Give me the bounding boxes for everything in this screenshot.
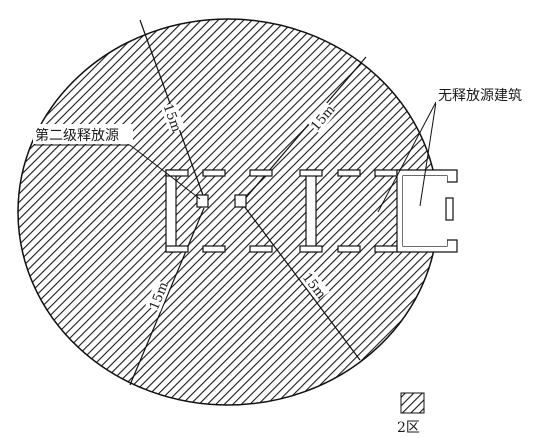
left-bottom-arm [165, 245, 189, 253]
building-door [445, 197, 454, 221]
diagram-stage: 15m 15m 15m 15m 第二级释放源 无释放源建筑 2区 [0, 0, 536, 438]
legend: 2区 [397, 392, 425, 436]
middle-top-arm [299, 169, 323, 177]
top-dash-2 [249, 169, 273, 177]
bottom-dash-3 [337, 245, 361, 253]
right-top-dash [374, 169, 398, 177]
middle-bottom-arm [299, 245, 323, 253]
svg-text:第二级释放源: 第二级释放源 [35, 127, 119, 144]
release-source-2 [234, 194, 247, 208]
right-bottom-dash [374, 245, 398, 253]
legend-label: 2区 [397, 420, 420, 436]
bottom-dash-2 [249, 245, 273, 253]
zone-2-circle [17, 18, 439, 406]
svg-text:无释放源建筑: 无释放源建筑 [438, 88, 522, 104]
top-dash-3 [337, 169, 361, 177]
left-column [165, 169, 177, 253]
middle-column [305, 169, 317, 253]
no-source-building [396, 169, 458, 253]
hazard-zone-diagram: 15m 15m 15m 15m 第二级释放源 无释放源建筑 2区 [17, 18, 534, 436]
second-source-label: 第二级释放源 [33, 124, 133, 144]
top-dash-1 [202, 169, 226, 177]
release-source-1 [196, 194, 209, 208]
legend-swatch [400, 392, 425, 414]
building-label: 无释放源建筑 [436, 84, 534, 104]
bottom-dash-1 [202, 245, 226, 253]
